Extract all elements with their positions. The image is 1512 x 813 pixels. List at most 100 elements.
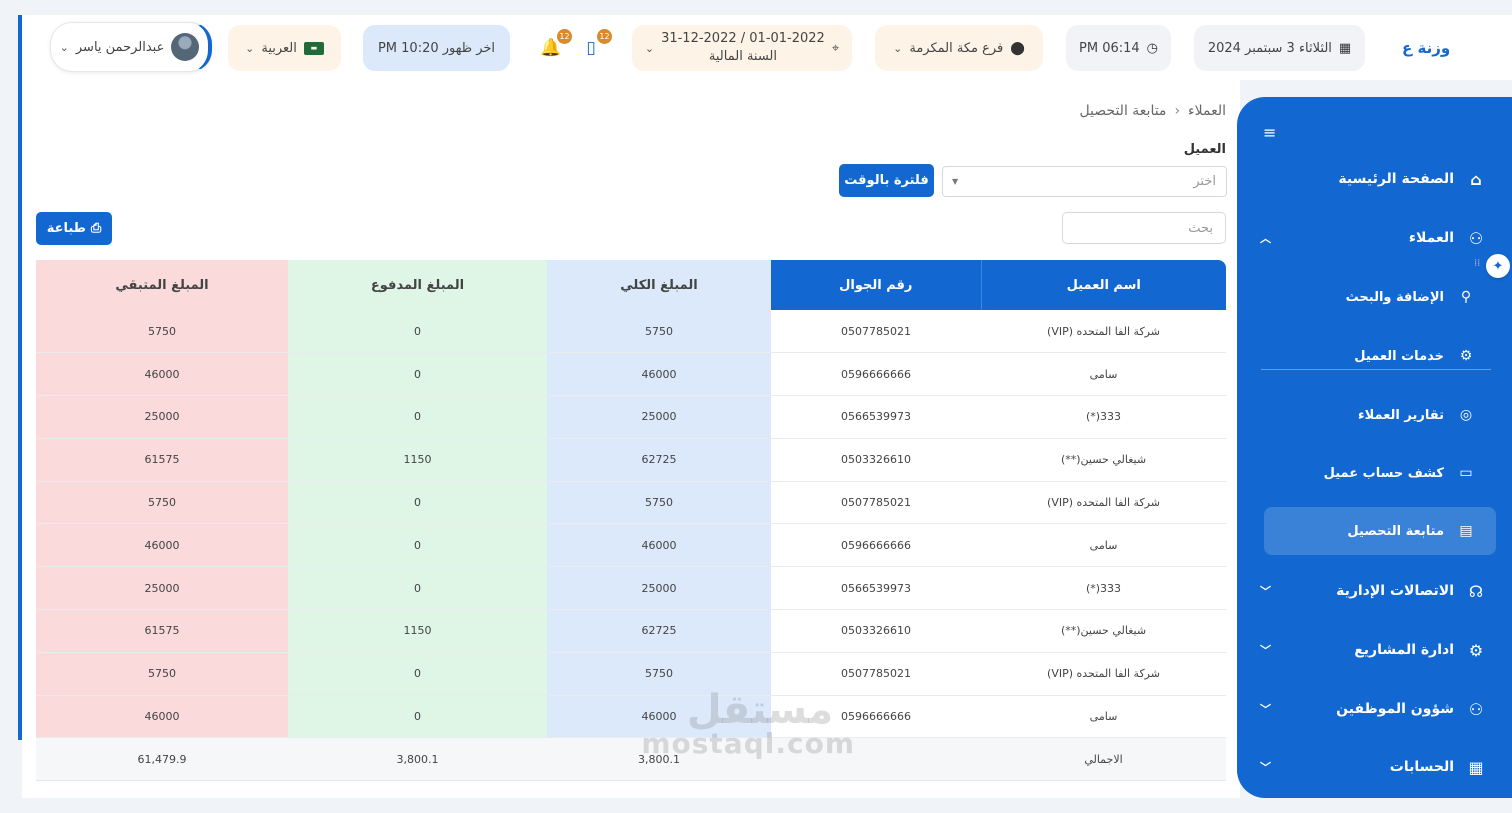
header-paid[interactable]: المبلغ المدفوع [288, 260, 547, 310]
cell-total: 46000 [547, 523, 771, 568]
cell-paid: 0 [288, 395, 547, 439]
location-pin-icon: ⬤ [1010, 40, 1025, 56]
sum-phone [771, 737, 981, 782]
chevron-down-icon: ﹀ [1260, 644, 1271, 657]
cell-total: 5750 [547, 652, 771, 696]
cell-paid: 0 [288, 523, 547, 568]
bell-icon[interactable]: 🔔 12 [538, 29, 572, 63]
cell-name: شركة الفا المتحده (VIP) [981, 652, 1226, 696]
sidebar-item-statement[interactable]: ▭ كشف حساب عميل [1264, 449, 1496, 497]
cell-remaining: 25000 [36, 395, 288, 439]
print-button[interactable]: ⎙ طباعة [36, 212, 112, 245]
cell-remaining: 5750 [36, 652, 288, 696]
cell-phone: 0503326610 [771, 609, 981, 653]
search-input[interactable]: بحث [1062, 212, 1226, 244]
sidebar-item-label: كشف حساب عميل [1323, 465, 1444, 481]
last-seen-badge: اخر ظهور PM 10:20 [363, 25, 510, 71]
chevron-down-icon: ⌄ [893, 41, 903, 55]
sidebar-item-projects[interactable]: ⚙ ادارة المشاريع ﹀ [1254, 630, 1496, 670]
gear-icon: ⚙ [1468, 640, 1484, 660]
gear-icon: ⚙ [1459, 348, 1473, 364]
sidebar-item-label: الإضافة والبحث [1345, 289, 1444, 305]
cell-remaining: 5750 [36, 310, 288, 354]
table-row[interactable]: شركة الفا المتحده (VIP) 0507785021 5750 0 57… [36, 310, 1226, 354]
document-icon[interactable]: ▯ 12 [578, 29, 612, 63]
header-phone[interactable]: رقم الجوال [771, 260, 982, 310]
sidebar-item-client-services[interactable]: ⚙ خدمات العميل [1264, 332, 1496, 380]
table-header-row: اسم العميل رقم الجوال المبلغ الكلي المبل… [36, 260, 1226, 310]
sparkle-icon[interactable]: ✦ [1486, 254, 1510, 278]
chevron-down-icon: ﹀ [1260, 585, 1271, 598]
cell-total: 5750 [547, 310, 771, 354]
table-row[interactable]: شركة الفا المتحده (VIP) 0507785021 5750 0 57… [36, 652, 1226, 696]
sum-label: الاجمالي [981, 737, 1226, 782]
cell-remaining: 61575 [36, 609, 288, 653]
cell-name: سامى [981, 523, 1226, 568]
cell-total: 62725 [547, 438, 771, 482]
sidebar-item-employees[interactable]: ⚇ شؤون الموظفين ﹀ [1254, 689, 1496, 729]
document-count: 12 [597, 29, 612, 44]
chevron-down-icon: ﹀ [1260, 703, 1271, 716]
sidebar-item-label: تقارير العملاء [1357, 407, 1444, 423]
calculator-icon: ▦ [1468, 757, 1484, 777]
user-avatar [171, 33, 200, 61]
header-total[interactable]: المبلغ الكلي [547, 260, 771, 310]
menu-toggle-icon[interactable]: ≡ [1263, 123, 1276, 142]
chevron-down-icon: ﹀ [1260, 761, 1271, 774]
sidebar-item-label: متابعة التحصيل [1347, 523, 1444, 539]
branch-selector[interactable]: ⬤ فرع مكة المكرمة ⌄ [875, 25, 1043, 71]
cell-paid: 0 [288, 352, 547, 397]
sidebar-item-collection-tracking[interactable]: ▤ متابعة التحصيل [1264, 507, 1496, 555]
table-row[interactable]: سامى 0596666666 46000 0 46000 [36, 523, 1226, 568]
sidebar-item-accounts[interactable]: ▦ الحسابات ﹀ [1254, 747, 1496, 787]
sidebar-item-client-reports[interactable]: ◎ تقارير العملاء [1264, 391, 1496, 439]
sidebar: ≡ ⌂ الصفحة الرئيسية ⚇ العملاء ︿ ⚲ الإضاف… [1237, 97, 1512, 798]
printer-icon: ⎙ [90, 221, 102, 236]
cell-name: شركة الفا المتحده (VIP) [981, 310, 1226, 354]
chevron-down-icon: ⌄ [59, 40, 69, 54]
sidebar-item-admin-comms[interactable]: ☊ الاتصالات الإدارية ﹀ [1254, 571, 1496, 611]
fiscal-year-selector[interactable]: ⌖ 01-01-2022 / 31-12-2022 السنة المالية … [632, 25, 852, 71]
search-icon: ⚲ [1460, 289, 1472, 305]
cell-phone: 0507785021 [771, 652, 981, 696]
home-icon: ⌂ [1470, 169, 1482, 189]
client-select[interactable]: اختر ▼ [942, 166, 1227, 197]
header-client-name[interactable]: اسم العميل [981, 260, 1226, 310]
sidebar-item-home[interactable]: ⌂ الصفحة الرئيسية [1254, 159, 1496, 199]
cell-paid: 0 [288, 652, 547, 696]
clipboard-icon: ▤ [1459, 523, 1473, 539]
sum-total: 3,800.1 [547, 737, 771, 782]
time-badge: ◷ PM 06:14 [1066, 25, 1171, 71]
cell-name: سامى [981, 695, 1226, 739]
table-row[interactable]: شركة الفا المتحده (VIP) 0507785021 5750 0 57… [36, 481, 1226, 525]
cell-phone: 0507785021 [771, 481, 981, 525]
cell-phone: 0596666666 [771, 523, 981, 568]
notification-count: 12 [557, 29, 572, 44]
sum-remaining: 61,479.9 [36, 737, 288, 782]
table-row[interactable]: شيغالي حسين(**) 0503326610 62725 1150 61575 [36, 609, 1226, 653]
user-menu[interactable]: عبدالرحمن ياسر ⌄ [50, 22, 212, 72]
user-name: عبدالرحمن ياسر [75, 39, 165, 55]
table-row[interactable]: 333(*) 0566539973 25000 0 25000 [36, 566, 1226, 611]
table-row[interactable]: شيغالي حسين(**) 0503326610 62725 1150 61575 [36, 438, 1226, 482]
collection-table: اسم العميل رقم الجوال المبلغ الكلي المبل… [36, 260, 1226, 782]
sidebar-item-label: الحسابات [1389, 759, 1454, 775]
client-select-placeholder: اختر [1193, 174, 1216, 189]
fiscal-year-text: 01-01-2022 / 31-12-2022 السنة المالية [661, 30, 825, 65]
cell-remaining: 46000 [36, 695, 288, 739]
date-badge: ▦ الثلاثاء 3 سبتمبر 2024 [1194, 25, 1365, 71]
language-selector[interactable]: ▬ العربية ⌄ [228, 25, 341, 71]
sidebar-item-clients[interactable]: ⚇ العملاء ︿ [1254, 218, 1496, 258]
sidebar-item-add-search[interactable]: ⚲ الإضافة والبحث [1264, 273, 1496, 321]
table-row[interactable]: سامى 0596666666 46000 0 46000 [36, 695, 1226, 739]
fiscal-label: السنة المالية [708, 49, 778, 64]
table-row[interactable]: سامى 0596666666 46000 0 46000 [36, 352, 1226, 397]
breadcrumb-parent[interactable]: العملاء [1188, 103, 1226, 119]
cell-name: شيغالي حسين(**) [981, 438, 1226, 482]
header-remaining[interactable]: المبلغ المتبقي [36, 260, 288, 310]
app-logo[interactable]: وزنة ع [1402, 39, 1450, 57]
table-row[interactable]: 333(*) 0566539973 25000 0 25000 [36, 395, 1226, 439]
drag-handle-icon[interactable]: ⁞⁞ [1474, 258, 1480, 269]
time-text: PM 06:14 [1079, 40, 1140, 56]
filter-by-time-button[interactable]: فلترة بالوقت [839, 164, 934, 197]
